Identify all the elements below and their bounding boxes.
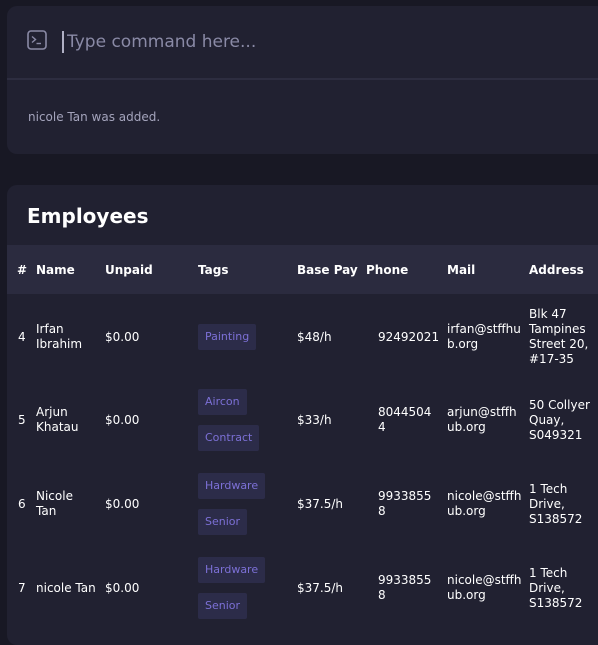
- email-address-line: ub.org: [447, 588, 486, 602]
- phone-number-line: 4: [378, 420, 386, 434]
- column-header-tags: Tags: [198, 263, 229, 277]
- employee-name: nicole Tan: [36, 581, 96, 596]
- phone-number: 9933855 8: [378, 489, 431, 519]
- email-address-line: ub.org: [447, 504, 486, 518]
- employee-name-line: Khatau: [36, 420, 79, 434]
- column-header-index: #: [17, 263, 28, 277]
- employee-name-line: Irfan: [36, 322, 64, 336]
- address: 1 Tech Drive, S138572: [529, 482, 582, 527]
- address: 1 Tech Drive, S138572: [529, 566, 582, 611]
- column-header-mail: Mail: [447, 263, 476, 277]
- tag-badge: Senior: [198, 509, 248, 535]
- address-line: 1 Tech: [529, 565, 568, 580]
- employee-name-line: nicole Tan: [36, 580, 96, 595]
- command-panel: nicole Tan was added.: [7, 6, 598, 154]
- employee-name-line: Ibrahim: [36, 337, 83, 351]
- phone-number: 9933855 8: [378, 573, 431, 603]
- column-header-base-pay: Base Pay: [297, 263, 358, 277]
- email-address-line: ub.org: [447, 420, 486, 434]
- row-index: 5: [18, 412, 26, 427]
- command-bar: [7, 6, 598, 78]
- tag-badge: Aircon: [198, 389, 247, 415]
- phone-number: 8044504 4: [378, 405, 431, 435]
- email-address-line: arjun@stffh: [447, 405, 517, 419]
- tag-badge: Hardware: [198, 557, 266, 583]
- row-index: 4: [18, 329, 26, 344]
- column-header-unpaid: Unpaid: [105, 263, 153, 277]
- employee-name-line: Tan: [36, 504, 57, 518]
- divider: [7, 78, 598, 80]
- tag-badge: Senior: [198, 593, 248, 619]
- unpaid-amount: $0.00: [105, 496, 140, 511]
- phone-number-line: 8: [378, 504, 386, 518]
- email-address-line: b.org: [447, 337, 479, 351]
- address-line: S138572: [529, 511, 583, 526]
- command-input[interactable]: [63, 30, 567, 54]
- phone-number-line: 9933855: [378, 489, 432, 503]
- email-address-line: nicole@stffh: [447, 489, 522, 503]
- email-address-line: irfan@stffhu: [447, 322, 521, 336]
- tag-badge: Contract: [198, 425, 260, 451]
- employee-name-line: Arjun: [36, 405, 68, 419]
- table-row[interactable]: 4 Irfan Ibrahim $0.00 Painting $48/h 92492021 i…: [7, 295, 598, 379]
- base-pay: $37.5/h: [297, 496, 344, 511]
- column-header-name: Name: [36, 263, 75, 277]
- tag-badge: Painting: [198, 324, 257, 350]
- address-line: S138572: [529, 595, 583, 610]
- phone-number-line: 8044504: [378, 405, 432, 419]
- phone-number-line: 92492021: [378, 329, 440, 344]
- base-pay: $37.5/h: [297, 580, 344, 595]
- employee-name: Irfan Ibrahim: [36, 322, 82, 352]
- address-line: Drive,: [529, 580, 565, 595]
- phone-number: 92492021: [378, 330, 439, 345]
- address-line: S049321: [529, 427, 583, 442]
- address-line: #17-35: [529, 352, 574, 366]
- table-row[interactable]: 7 nicole Tan $0.00 Hardware Senior $37.5/h 993…: [7, 546, 598, 630]
- address: Blk 47 Tampines Street 20, #17-35: [529, 307, 588, 367]
- employee-name: Arjun Khatau: [36, 405, 79, 435]
- employee-name: Nicole Tan: [36, 489, 73, 519]
- address-line: Drive,: [529, 496, 565, 511]
- address-line: Street 20,: [529, 337, 589, 351]
- column-header-address: Address: [529, 263, 584, 277]
- address: 50 Collyer Quay, S049321: [529, 398, 590, 443]
- table-header: # Name Unpaid Tags Base Pay Phone Mail A…: [7, 245, 598, 294]
- phone-number-line: 9933855: [378, 573, 432, 587]
- employees-title: Employees: [27, 204, 149, 228]
- row-index: 6: [18, 496, 26, 511]
- unpaid-amount: $0.00: [105, 580, 140, 595]
- base-pay: $48/h: [297, 329, 332, 344]
- row-index: 7: [18, 580, 26, 595]
- table-row[interactable]: 5 Arjun Khatau $0.00 Aircon Contract $33/h 8044…: [7, 378, 598, 462]
- unpaid-amount: $0.00: [105, 329, 140, 344]
- table-row[interactable]: 6 Nicole Tan $0.00 Hardware Senior $37.5/h 9933…: [7, 462, 598, 546]
- tag-badge: Hardware: [198, 473, 266, 499]
- employee-name-line: Nicole: [36, 489, 73, 503]
- base-pay: $33/h: [297, 412, 332, 427]
- column-header-phone: Phone: [366, 263, 409, 277]
- unpaid-amount: $0.00: [105, 412, 140, 427]
- address-line: Quay,: [529, 412, 565, 427]
- address-line: 50 Collyer: [529, 397, 590, 412]
- email-address-line: nicole@stffh: [447, 573, 522, 587]
- terminal-icon: [27, 30, 47, 50]
- address-line: Tampines: [529, 322, 586, 336]
- phone-number-line: 8: [378, 588, 386, 602]
- email-address: irfan@stffhu b.org: [447, 322, 521, 352]
- result-message: nicole Tan was added.: [28, 110, 161, 124]
- email-address: nicole@stffh ub.org: [447, 489, 521, 519]
- employees-panel: Employees # Name Unpaid Tags Base Pay Ph…: [7, 185, 598, 645]
- address-line: 1 Tech: [529, 481, 568, 496]
- email-address: nicole@stffh ub.org: [447, 573, 521, 603]
- email-address: arjun@stffh ub.org: [447, 405, 517, 435]
- address-line: Blk 47: [529, 307, 567, 321]
